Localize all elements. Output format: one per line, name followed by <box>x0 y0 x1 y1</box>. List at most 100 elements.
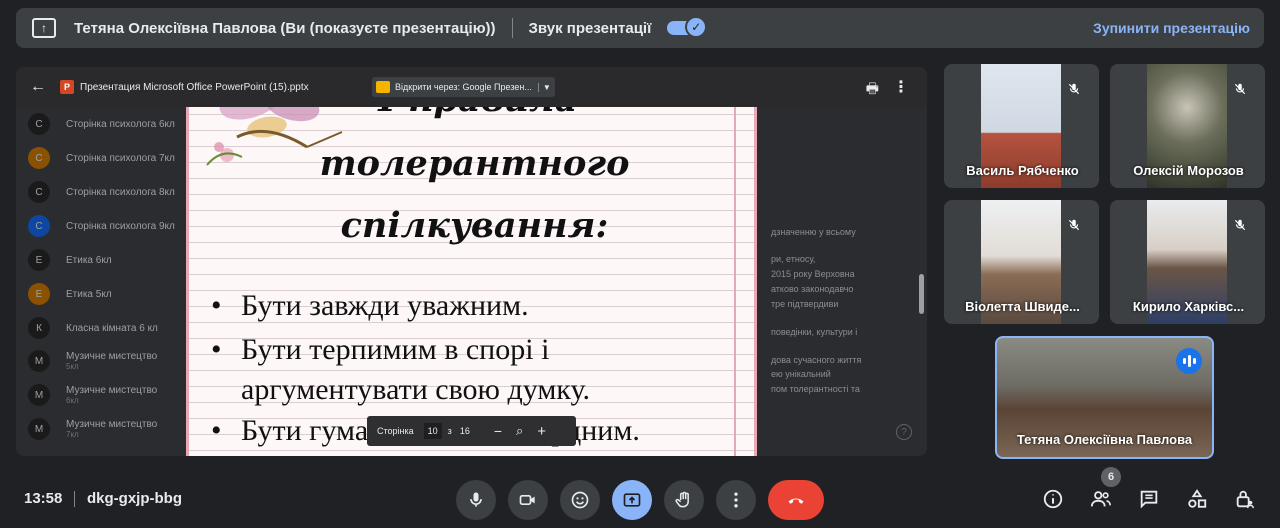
background-text: поведінки, культури і <box>771 327 858 337</box>
bullet-text: Бути терпимим в спорі і <box>241 333 550 366</box>
banner-divider <box>511 18 513 38</box>
class-name: Сторінка психолога 9кл <box>66 220 175 232</box>
leave-call-button[interactable] <box>768 480 824 520</box>
class-avatar: Е <box>28 283 50 305</box>
videocam-icon <box>519 495 535 505</box>
present-to-all-icon <box>623 493 641 507</box>
zoom-out-icon[interactable]: − <box>494 423 502 439</box>
participant-tile[interactable]: Василь Рябченко <box>944 64 1099 188</box>
class-list-item[interactable]: С Сторінка психолога 6кл <box>28 113 175 135</box>
chat-icon <box>1140 490 1158 509</box>
class-name: Музичне мистецтво <box>66 419 158 430</box>
more-options-button[interactable] <box>716 480 756 520</box>
chat-button[interactable] <box>1136 486 1162 512</box>
participant-tile[interactable]: Віолетта Швиде... <box>944 200 1099 324</box>
activities-button[interactable] <box>1184 486 1210 512</box>
host-controls-button[interactable] <box>1232 486 1258 512</box>
present-now-button[interactable] <box>612 480 652 520</box>
mic-off-icon <box>1063 214 1085 236</box>
class-avatar: М <box>28 350 50 372</box>
page-controls: Сторінка 10 з 16 − ⌕ + <box>367 416 576 446</box>
class-avatar: М <box>28 418 50 440</box>
stop-presenting-button[interactable]: Зупинити презентацію <box>1093 20 1250 36</box>
presentation-stage: ← P Презентация Microsoft Office PowerPo… <box>16 67 927 456</box>
bullet-text: аргументувати свою думку. <box>241 373 590 406</box>
lock-person-icon <box>1236 490 1254 509</box>
participant-tile[interactable]: Кирило Харківс... <box>1110 200 1265 324</box>
participant-tile[interactable]: Олексій Морозов <box>1110 64 1265 188</box>
class-subtitle: 5кл <box>66 362 79 371</box>
reactions-button[interactable] <box>560 480 600 520</box>
class-avatar: С <box>28 215 50 237</box>
background-text: пом толерантності та <box>771 384 860 394</box>
class-name: Сторінка психолога 6кл <box>66 118 175 130</box>
people-button[interactable] <box>1088 486 1114 512</box>
participant-name: Кирило Харківс... <box>1132 299 1245 314</box>
bullet-mark: • <box>211 289 222 322</box>
bullet-mark: • <box>211 414 222 447</box>
shapes-icon <box>1188 489 1207 508</box>
presenting-banner: ↑ Тетяна Олексіївна Павлова (Ви (показує… <box>16 8 1264 48</box>
people-icon <box>1090 491 1111 507</box>
help-icon[interactable]: ? <box>896 424 912 440</box>
presentation-sound-toggle[interactable]: ✓ <box>667 16 708 38</box>
slide-bullet: аргументувати свою думку. <box>211 373 590 407</box>
more-vert-icon[interactable]: ⋮ <box>893 77 909 97</box>
chevron-down-icon[interactable]: ▼ <box>537 82 551 92</box>
meeting-code: dkg-gxjp-bbg <box>87 490 182 507</box>
open-with-button[interactable]: Відкрити через: Google Презен... ▼ <box>372 77 555 97</box>
open-with-label: Відкрити через: Google Презен... <box>395 82 532 92</box>
back-arrow-icon[interactable]: ← <box>30 78 46 96</box>
class-list-label: Сторінка психолога 7кл <box>66 153 175 164</box>
camera-button[interactable] <box>508 480 548 520</box>
bullet-text: Бути завжди уважним. <box>241 289 529 322</box>
bottom-divider <box>74 491 75 507</box>
zoom-icon[interactable]: ⌕ <box>516 423 523 439</box>
background-text: ею унікальний <box>771 369 831 379</box>
self-tile[interactable]: Тетяна Олексіївна Павлова <box>995 336 1214 459</box>
class-name: Музичне мистецтво <box>66 351 158 362</box>
present-screen-icon: ↑ <box>32 18 56 38</box>
page-separator: з <box>447 426 452 436</box>
zoom-in-icon[interactable]: + <box>537 423 546 440</box>
class-list-item[interactable]: М Музичне мистецтво 7кл <box>28 418 157 440</box>
class-list-item[interactable]: С Сторінка психолога 8кл <box>28 181 175 203</box>
class-avatar: С <box>28 147 50 169</box>
self-name: Тетяна Олексіївна Павлова <box>1016 432 1193 447</box>
class-name: Етика 6кл <box>66 254 112 266</box>
powerpoint-icon: P <box>60 80 74 94</box>
page-number-input[interactable]: 10 <box>423 423 442 439</box>
presenter-name: Тетяна Олексіївна Павлова (Ви (показуєте… <box>74 19 496 37</box>
class-list-item[interactable]: С Сторінка психолога 7кл <box>28 147 175 169</box>
mic-off-icon <box>1063 78 1085 100</box>
class-list-label: Сторінка психолога 9кл <box>66 221 175 232</box>
raise-hand-button[interactable] <box>664 480 704 520</box>
class-list-item[interactable]: М Музичне мистецтво 6кл <box>28 384 157 406</box>
print-icon[interactable]: 🖶 <box>866 78 879 102</box>
class-list-item[interactable]: С Сторінка психолога 9кл <box>28 215 175 237</box>
call-end-icon <box>788 498 804 504</box>
scrollbar[interactable] <box>919 274 924 314</box>
background-text: тре підтвердиви <box>771 299 839 309</box>
class-list-label: Музичне мистецтво 7кл <box>66 419 157 439</box>
mic-button[interactable] <box>456 480 496 520</box>
page-label: Сторінка <box>377 426 414 436</box>
speaking-indicator-icon <box>1176 348 1202 374</box>
participant-name: Віолетта Швиде... <box>965 299 1080 314</box>
class-list-item[interactable]: Е Етика 5кл <box>28 283 112 305</box>
class-list-label: Сторінка психолога 6кл <box>66 119 175 130</box>
class-avatar: С <box>28 113 50 135</box>
mic-off-icon <box>1229 78 1251 100</box>
class-list-item[interactable]: К Класна кімната 6 кл <box>28 317 158 339</box>
margin-line <box>734 67 736 456</box>
class-list-label: Класна кімната 6 кл <box>66 323 158 334</box>
class-list-item[interactable]: М Музичне мистецтво 5кл <box>28 350 157 372</box>
emoji-icon <box>571 491 589 509</box>
class-list-label: Музичне мистецтво 6кл <box>66 385 157 405</box>
meeting-details-button[interactable] <box>1040 486 1066 512</box>
hand-icon <box>675 491 689 508</box>
page-total: 16 <box>459 426 470 436</box>
class-list-item[interactable]: Е Етика 6кл <box>28 249 112 271</box>
mic-off-icon <box>1229 214 1251 236</box>
class-name: Музичне мистецтво <box>66 385 158 396</box>
